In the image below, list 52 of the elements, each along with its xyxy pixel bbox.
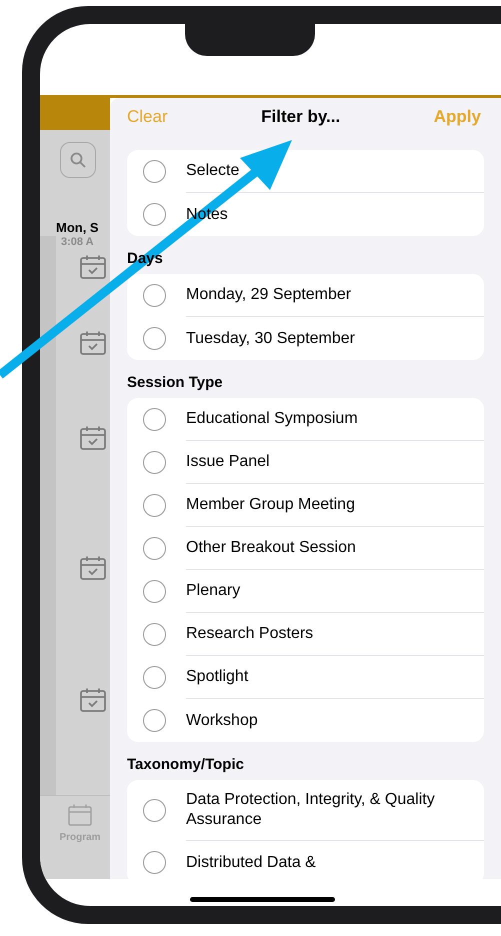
calendar-check-icon <box>80 426 106 450</box>
search-icon <box>70 152 86 168</box>
filter-option[interactable]: Issue Panel <box>127 441 484 484</box>
option-label: Educational Symposium <box>186 409 358 429</box>
filter-option[interactable]: Monday, 29 September <box>127 274 484 317</box>
radio-button[interactable] <box>143 494 166 517</box>
sheet-title: Filter by... <box>261 106 340 128</box>
option-label: Plenary <box>186 581 240 601</box>
radio-button[interactable] <box>143 851 166 874</box>
option-label: Workshop <box>186 710 258 730</box>
radio-button[interactable] <box>143 451 166 474</box>
option-label: Spotlight <box>186 667 248 687</box>
calendar-check-icon <box>80 255 106 279</box>
radio-button[interactable] <box>143 160 166 183</box>
section-heading: Session Type <box>127 374 224 392</box>
option-label: Other Breakout Session <box>186 538 356 558</box>
filter-option[interactable]: Spotlight <box>127 656 484 699</box>
filter-option[interactable]: Other Breakout Session <box>127 527 484 570</box>
radio-button[interactable] <box>143 203 166 226</box>
radio-button[interactable] <box>143 709 166 732</box>
filter-option[interactable]: Data Protection, Integrity, & Quality Assurance <box>127 780 484 841</box>
time-label: 3:08 A <box>61 236 95 249</box>
radio-button[interactable] <box>143 327 166 350</box>
calendar-check-icon <box>80 331 106 355</box>
option-label: Research Posters <box>186 624 314 644</box>
filter-option[interactable]: Plenary <box>127 570 484 613</box>
filter-option[interactable]: Research Posters <box>127 613 484 656</box>
calendar-icon <box>68 804 92 826</box>
filter-option[interactable]: Distributed Data & <box>127 841 484 879</box>
section-heading: Taxonomy/Topic <box>127 756 245 774</box>
option-label: Distributed Data & <box>186 852 316 872</box>
date-heading: Mon, S <box>55 220 100 236</box>
radio-button[interactable] <box>143 408 166 431</box>
radio-button[interactable] <box>143 580 166 603</box>
option-label: Data Protection, Integrity, & Quality Assurance <box>186 790 436 830</box>
radio-button[interactable] <box>143 284 166 307</box>
calendar-check-icon <box>80 556 106 580</box>
calendar-check-icon <box>80 688 106 712</box>
option-label: Tuesday, 30 September <box>186 328 355 348</box>
filter-option[interactable]: Tuesday, 30 September <box>127 317 484 360</box>
radio-button[interactable] <box>143 666 166 689</box>
option-label: Issue Panel <box>186 452 270 472</box>
radio-button[interactable] <box>143 623 166 646</box>
radio-button[interactable] <box>143 537 166 560</box>
filter-option[interactable]: Educational Symposium <box>127 398 484 441</box>
option-label: Member Group Meeting <box>186 495 355 515</box>
option-label: Selecte <box>186 161 240 181</box>
search-button[interactable] <box>60 142 96 178</box>
filter-option[interactable]: Workshop <box>127 699 484 742</box>
radio-button[interactable] <box>143 799 166 822</box>
filter-option[interactable]: Member Group Meeting <box>127 484 484 527</box>
option-label: Monday, 29 September <box>186 285 352 305</box>
